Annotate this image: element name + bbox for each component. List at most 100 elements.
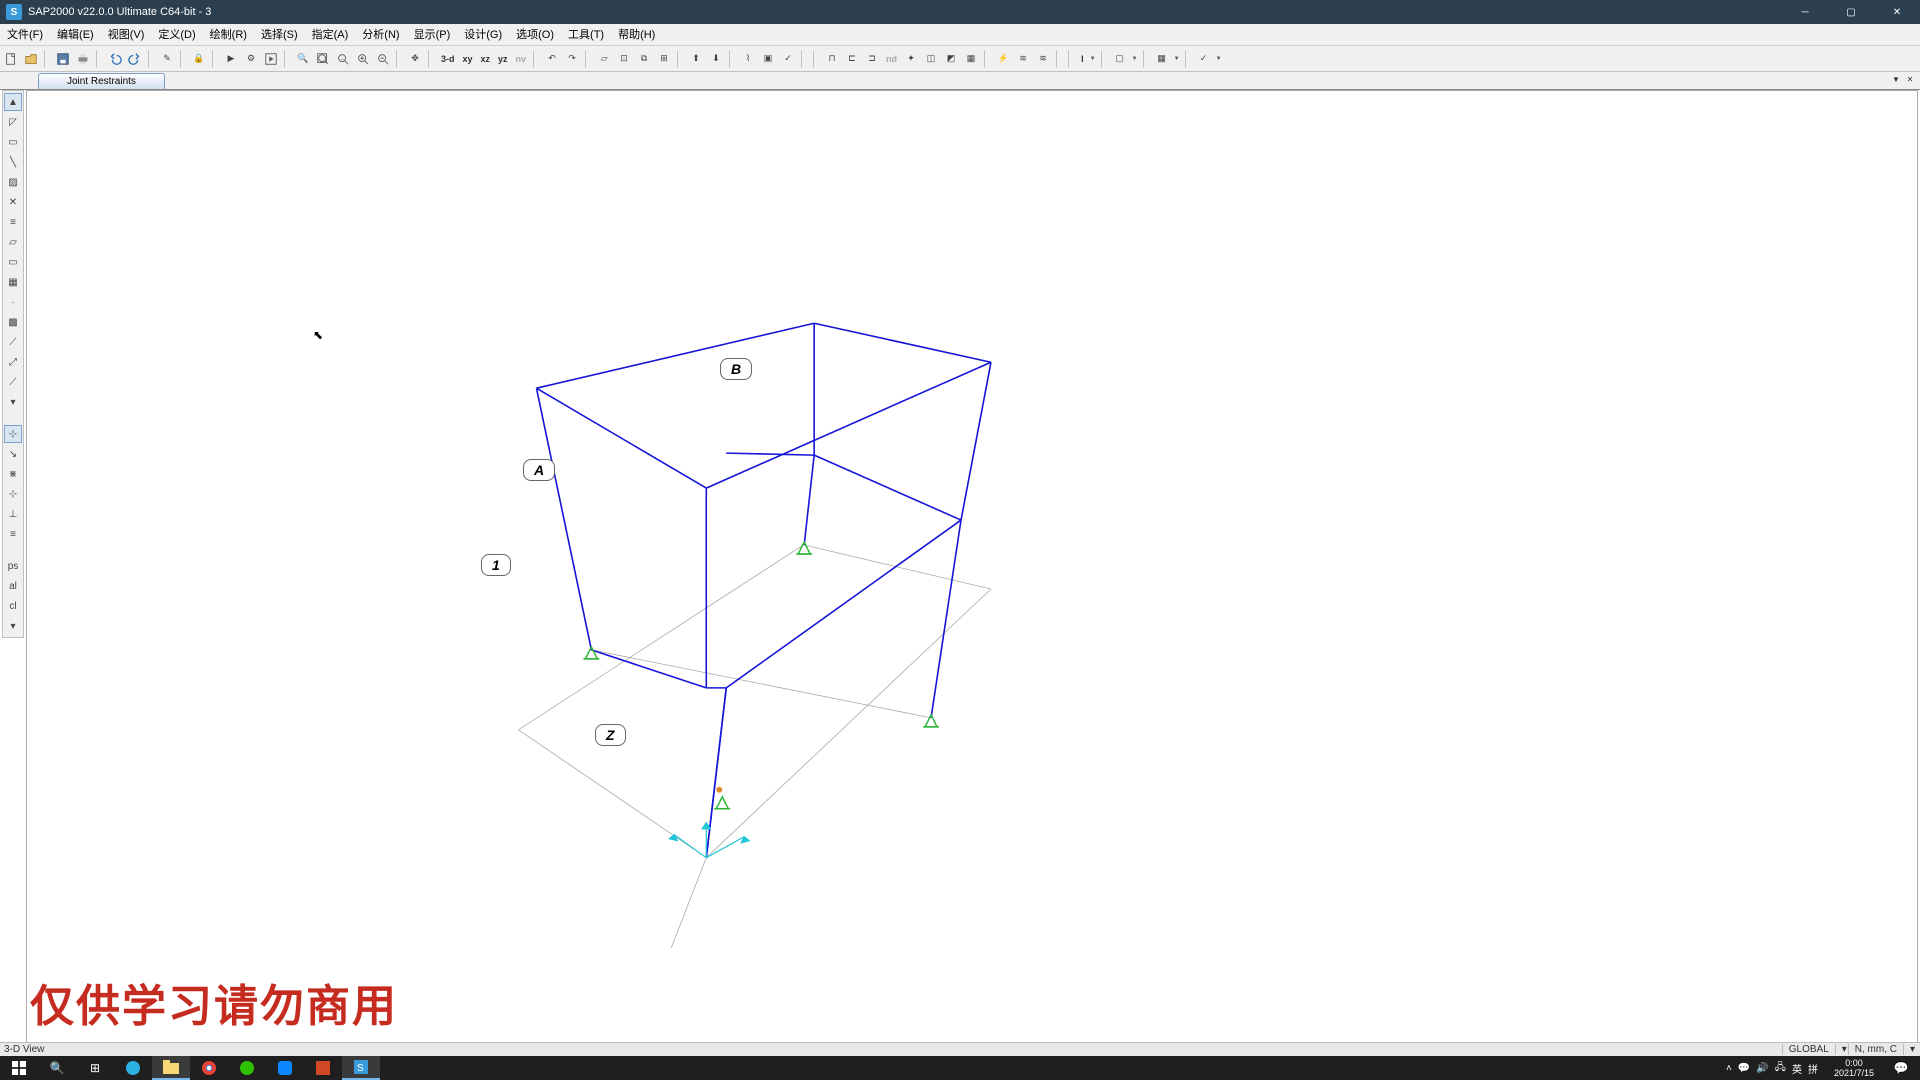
tray-network-icon[interactable]: 🖧 — [1775, 1060, 1786, 1077]
maximize-button[interactable]: ▢ — [1828, 0, 1874, 24]
run-icon[interactable]: ▶ — [222, 49, 240, 69]
menu-view[interactable]: 视图(V) — [101, 24, 152, 46]
snap-mid-icon[interactable]: ⋇ — [4, 465, 22, 483]
start-button[interactable] — [0, 1056, 38, 1080]
check-button[interactable]: ✓ — [1195, 49, 1213, 69]
menu-analyze[interactable]: 分析(N) — [355, 24, 406, 46]
model-viewport[interactable] — [26, 90, 1918, 1050]
tab-close-icon[interactable]: ✕ — [1904, 73, 1916, 85]
draw-rect-area-icon[interactable]: ▭ — [4, 253, 22, 271]
run-frame-icon[interactable] — [262, 49, 280, 69]
tray-wechat-icon[interactable]: 💬 — [1738, 1063, 1750, 1074]
dropdown-more2-icon[interactable]: ▾ — [4, 617, 22, 635]
zoom-out-icon[interactable] — [374, 49, 392, 69]
snap-end-icon[interactable]: ↘ — [4, 445, 22, 463]
menu-display[interactable]: 显示(P) — [407, 24, 458, 46]
draw-secondary-icon[interactable]: ≡ — [4, 213, 22, 231]
dropdown-icon[interactable]: ▼ — [1215, 56, 1223, 62]
view-xy-button[interactable]: xy — [460, 49, 476, 69]
menu-draw[interactable]: 绘制(R) — [203, 24, 254, 46]
shrink-icon[interactable]: ⊡ — [615, 49, 633, 69]
status-units[interactable]: N, mm, C — [1848, 1044, 1903, 1055]
snap-perp-icon[interactable]: ⊥ — [4, 505, 22, 523]
design-1-icon[interactable]: ⚡ — [994, 49, 1012, 69]
tab-joint-restraints[interactable]: Joint Restraints — [38, 73, 165, 89]
run-settings-icon[interactable]: ⚙ — [242, 49, 260, 69]
snap-line-icon[interactable]: ≡ — [4, 525, 22, 543]
sap2000-taskbar-icon[interactable]: S — [342, 1056, 380, 1080]
rotate-right-icon[interactable]: ↷ — [563, 49, 581, 69]
zoom-in-icon[interactable] — [354, 49, 372, 69]
assign-2-icon[interactable]: ◩ — [942, 49, 960, 69]
menu-assign[interactable]: 指定(A) — [305, 24, 356, 46]
minimize-button[interactable]: ─ — [1782, 0, 1828, 24]
draw-frame-icon[interactable]: ▭ — [4, 133, 22, 151]
undo-icon[interactable] — [106, 49, 124, 69]
menu-define[interactable]: 定义(D) — [151, 24, 202, 46]
dropdown-icon[interactable]: ▼ — [1131, 56, 1139, 62]
tab-dropdown-icon[interactable]: ▼ — [1890, 73, 1902, 85]
menu-design[interactable]: 设计(G) — [457, 24, 509, 46]
taskbar-clock[interactable]: 0:00 2021/7/15 — [1826, 1058, 1882, 1078]
up-arrow-icon[interactable]: ⬆ — [687, 49, 705, 69]
menu-options[interactable]: 选项(O) — [509, 24, 561, 46]
select-window-icon[interactable]: ▣ — [759, 49, 777, 69]
draw-area-icon[interactable]: ▱ — [4, 233, 22, 251]
section-I-button[interactable]: I — [1078, 49, 1087, 69]
rotate-left-icon[interactable]: ↶ — [543, 49, 561, 69]
draw-quick-frame-icon[interactable]: ▨ — [4, 173, 22, 191]
pan-icon[interactable]: ✥ — [406, 49, 424, 69]
assign-3-icon[interactable]: ▦ — [962, 49, 980, 69]
view-nv-button[interactable]: nv — [513, 49, 530, 69]
menu-edit[interactable]: 编辑(E) — [50, 24, 101, 46]
zoom-full-icon[interactable] — [314, 49, 332, 69]
notifications-icon[interactable]: 💬 — [1882, 1056, 1920, 1080]
tray-lang2[interactable]: 拼 — [1808, 1061, 1818, 1076]
status-units-dropdown-icon[interactable]: ▾ — [1903, 1044, 1916, 1055]
status-coord-system[interactable]: GLOBAL — [1782, 1044, 1835, 1055]
new-file-icon[interactable] — [2, 49, 20, 69]
view-nd-button[interactable]: nd — [883, 49, 900, 69]
search-icon[interactable]: 🔍 — [38, 1056, 76, 1080]
pointer-tool-icon[interactable]: ▲ — [4, 93, 22, 111]
task-view-icon[interactable]: ⊞ — [76, 1056, 114, 1080]
system-tray[interactable]: ˄ 💬 🔊 🖧 英 拼 — [1718, 1060, 1826, 1077]
object-shrink-icon[interactable]: ⧉ — [635, 49, 653, 69]
tray-lang1[interactable]: 英 — [1792, 1061, 1802, 1076]
view-yz-button[interactable]: yz — [495, 49, 511, 69]
explorer-icon[interactable] — [152, 1056, 190, 1080]
hinge-icon[interactable]: ⊐ — [863, 49, 881, 69]
status-coord-dropdown-icon[interactable]: ▾ — [1835, 1044, 1848, 1055]
pencil-icon[interactable]: ✎ — [158, 49, 176, 69]
menu-tools[interactable]: 工具(T) — [561, 24, 611, 46]
draw-line-icon[interactable]: ╲ — [4, 153, 22, 171]
draw-link-icon[interactable]: ⤢ — [4, 353, 22, 371]
design-3-icon[interactable]: ≋ — [1034, 49, 1052, 69]
assign-1-icon[interactable]: ◫ — [922, 49, 940, 69]
open-file-icon[interactable] — [22, 49, 40, 69]
chrome-icon[interactable] — [190, 1056, 228, 1080]
section-box-button[interactable]: ▢ — [1111, 49, 1129, 69]
wechat-icon[interactable] — [228, 1056, 266, 1080]
dropdown-icon[interactable]: ▼ — [1173, 56, 1181, 62]
extrude-icon[interactable]: ⊓ — [823, 49, 841, 69]
redo-icon[interactable] — [126, 49, 144, 69]
tray-volume-icon[interactable]: 🔊 — [1756, 1063, 1768, 1074]
dropdown-icon[interactable]: ▼ — [1089, 56, 1097, 62]
snap-point-icon[interactable]: ⊹ — [4, 425, 22, 443]
view-3d-button[interactable]: 3-d — [438, 49, 458, 69]
lock-icon[interactable]: 🔒 — [190, 49, 208, 69]
check-icon[interactable]: ✓ — [779, 49, 797, 69]
menu-help[interactable]: 帮助(H) — [611, 24, 662, 46]
deformed-icon[interactable]: ⌇ — [739, 49, 757, 69]
view-xz-button[interactable]: xz — [478, 49, 494, 69]
design-2-icon[interactable]: ≋ — [1014, 49, 1032, 69]
load-pattern-icon[interactable]: ✦ — [902, 49, 920, 69]
zoom-prev-icon[interactable]: ← — [334, 49, 352, 69]
powerpoint-icon[interactable] — [304, 1056, 342, 1080]
print-icon[interactable] — [74, 49, 92, 69]
dropdown-more-icon[interactable]: ▾ — [4, 393, 22, 411]
save-icon[interactable] — [54, 49, 72, 69]
draw-brace-icon[interactable]: ✕ — [4, 193, 22, 211]
tray-chevron-up-icon[interactable]: ˄ — [1726, 1063, 1732, 1074]
